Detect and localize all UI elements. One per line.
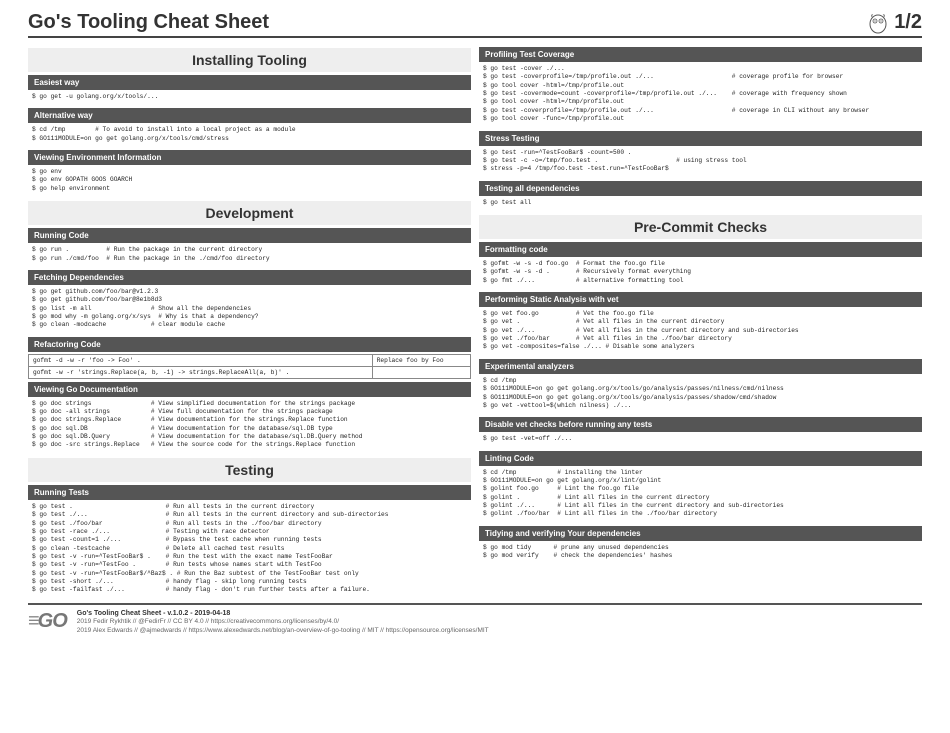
code-easiest-way: $ go get -u golang.org/x/tools/... (28, 90, 471, 105)
code-vet-off: $ go test -vet=off ./... (479, 432, 922, 447)
sub-fetching-deps: Fetching Dependencies (28, 270, 471, 285)
code-running-tests: $ go test . # Run all tests in the curre… (28, 500, 471, 599)
code-vet: $ go vet foo.go # Vet the foo.go file $ … (479, 307, 922, 356)
sub-env-info: Viewing Environment Information (28, 150, 471, 165)
page-title: Go's Tooling Cheat Sheet (28, 11, 269, 34)
footer-line1: Go's Tooling Cheat Sheet - v.1.0.2 - 201… (77, 610, 231, 617)
sub-running-code: Running Code (28, 228, 471, 243)
section-installing: Installing Tooling (28, 48, 471, 72)
right-column: Profiling Test Coverage $ go test -cover… (479, 44, 922, 599)
sub-running-tests: Running Tests (28, 485, 471, 500)
section-testing: Testing (28, 458, 471, 482)
footer-text: Go's Tooling Cheat Sheet - v.1.0.2 - 201… (77, 609, 489, 635)
refactor-desc-0: Replace foo by Foo (372, 354, 470, 366)
section-development: Development (28, 201, 471, 225)
sub-tidy: Tidying and verifying Your dependencies (479, 526, 922, 541)
code-alternative-way: $ cd /tmp # To avoid to install into a l… (28, 123, 471, 147)
code-linting: $ cd /tmp # installing the linter $ GO11… (479, 466, 922, 523)
sub-test-all-deps: Testing all dependencies (479, 181, 922, 196)
left-column: Installing Tooling Easiest way $ go get … (28, 44, 471, 599)
sub-vet-off: Disable vet checks before running any te… (479, 417, 922, 432)
sub-alternative-way: Alternative way (28, 108, 471, 123)
footer-line3: 2019 Alex Edwards // @ajmedwards // http… (77, 627, 489, 634)
code-go-doc: $ go doc strings # View simplified docum… (28, 397, 471, 454)
refactor-cmd-1: gofmt -w -r 'strings.Replace(a, b, -1) -… (29, 366, 373, 378)
page-indicator: 1/2 (866, 10, 922, 34)
sub-profiling: Profiling Test Coverage (479, 47, 922, 62)
footer: GO Go's Tooling Cheat Sheet - v.1.0.2 - … (28, 603, 922, 635)
sub-vet: Performing Static Analysis with vet (479, 292, 922, 307)
sub-easiest-way: Easiest way (28, 75, 471, 90)
sub-go-doc: Viewing Go Documentation (28, 382, 471, 397)
code-formatting: $ gofmt -w -s -d foo.go # Format the foo… (479, 257, 922, 289)
code-analyzers: $ cd /tmp $ GO111MODULE=on go get golang… (479, 374, 922, 414)
code-fetching-deps: $ go get github.com/foo/bar@v1.2.3 $ go … (28, 285, 471, 334)
sub-refactoring: Refactoring Code (28, 337, 471, 352)
page-number: 1/2 (894, 11, 922, 34)
footer-line2: 2019 Fedir Rykhtik // @FedirFr // CC BY … (77, 618, 339, 625)
sub-formatting: Formatting code (479, 242, 922, 257)
sub-analyzers: Experimental analyzers (479, 359, 922, 374)
code-stress: $ go test -run=^TestFooBar$ -count=500 .… (479, 146, 922, 178)
go-logo-icon: GO (28, 610, 67, 633)
code-running-code: $ go run . # Run the package in the curr… (28, 243, 471, 267)
header: Go's Tooling Cheat Sheet 1/2 (28, 10, 922, 38)
table-row: gofmt -w -r 'strings.Replace(a, b, -1) -… (29, 366, 471, 378)
refactor-cmd-0: gofmt -d -w -r 'foo -> Foo' . (29, 354, 373, 366)
code-test-all-deps: $ go test all (479, 196, 922, 211)
code-env-info: $ go env $ go env GOPATH GOOS GOARCH $ g… (28, 165, 471, 197)
sub-linting: Linting Code (479, 451, 922, 466)
code-profiling: $ go test -cover ./... $ go test -coverp… (479, 62, 922, 128)
table-row: gofmt -d -w -r 'foo -> Foo' . Replace fo… (29, 354, 471, 366)
sub-stress: Stress Testing (479, 131, 922, 146)
section-precommit: Pre-Commit Checks (479, 215, 922, 239)
refactor-desc-1 (372, 366, 470, 378)
table-refactor: gofmt -d -w -r 'foo -> Foo' . Replace fo… (28, 354, 471, 379)
code-tidy: $ go mod tidy # prune any unused depende… (479, 541, 922, 565)
gopher-icon (866, 10, 890, 34)
